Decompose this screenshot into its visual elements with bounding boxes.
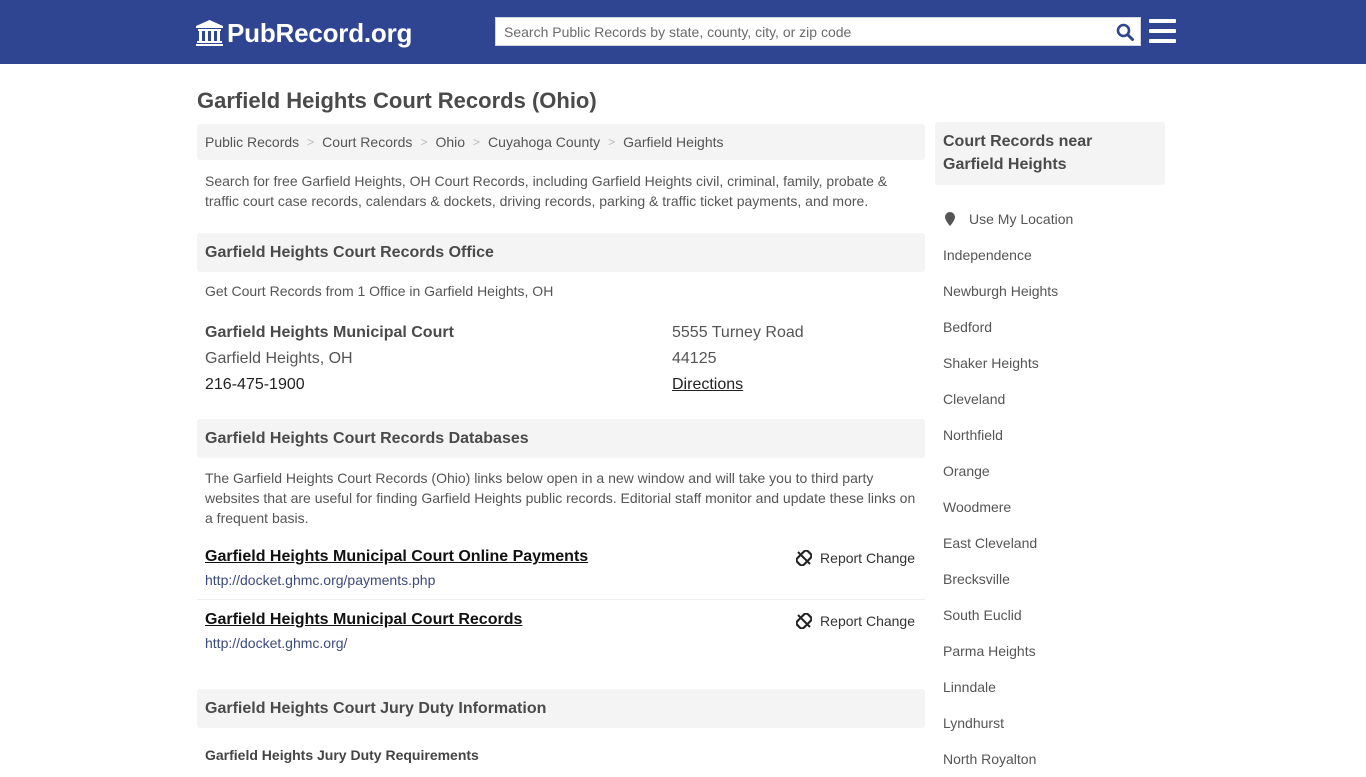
database-link-item: Garfield Heights Municipal Court Online … bbox=[197, 537, 925, 600]
directions-link[interactable]: Directions bbox=[672, 376, 743, 393]
jury-section-heading: Garfield Heights Court Jury Duty Informa… bbox=[197, 689, 925, 728]
report-change-button[interactable]: Report Change bbox=[796, 550, 915, 566]
breadcrumb-separator: > bbox=[420, 135, 428, 149]
main-content: Public Records > Court Records > Ohio > … bbox=[197, 124, 925, 763]
nearby-location-link[interactable]: South Euclid bbox=[943, 607, 1022, 623]
breadcrumb-separator: > bbox=[473, 135, 481, 149]
menu-icon-bar bbox=[1149, 29, 1176, 33]
nearby-location-link[interactable]: Woodmere bbox=[943, 499, 1011, 515]
courthouse-icon bbox=[196, 20, 223, 46]
breadcrumb-ohio[interactable]: Ohio bbox=[435, 134, 465, 150]
office-city-state: Garfield Heights, OH bbox=[205, 350, 353, 367]
database-links-list: Garfield Heights Municipal Court Online … bbox=[197, 537, 925, 662]
breadcrumb-garfield-heights[interactable]: Garfield Heights bbox=[623, 134, 723, 150]
breadcrumb-public-records[interactable]: Public Records bbox=[205, 134, 299, 150]
search-bar bbox=[495, 17, 1141, 46]
office-address: 5555 Turney Road bbox=[672, 324, 804, 341]
nearby-location-link[interactable]: Linndale bbox=[943, 679, 996, 695]
nearby-location-link[interactable]: Bedford bbox=[943, 319, 992, 335]
nearby-location-link[interactable]: Northfield bbox=[943, 427, 1003, 443]
menu-icon-bar bbox=[1149, 39, 1176, 43]
search-icon bbox=[1116, 23, 1134, 41]
nearby-locations-list: Use My Location Independence Newburgh He… bbox=[935, 201, 1165, 777]
map-pin-icon bbox=[945, 212, 955, 226]
hamburger-menu-button[interactable] bbox=[1149, 19, 1176, 43]
breadcrumb-cuyahoga-county[interactable]: Cuyahoga County bbox=[488, 134, 600, 150]
nearby-location-link[interactable]: Lyndhurst bbox=[943, 715, 1004, 731]
nearby-location-item[interactable]: Northfield bbox=[935, 417, 1165, 453]
nearby-location-item[interactable]: Bedford bbox=[935, 309, 1165, 345]
databases-section-heading: Garfield Heights Court Records Databases bbox=[197, 419, 925, 458]
top-navigation-bar: PubRecord.org bbox=[0, 0, 1366, 64]
intro-text: Search for free Garfield Heights, OH Cou… bbox=[205, 173, 888, 209]
nearby-location-item[interactable]: North Royalton bbox=[935, 741, 1165, 777]
nearby-location-item[interactable]: Independence bbox=[935, 237, 1165, 273]
databases-description: The Garfield Heights Court Records (Ohio… bbox=[205, 470, 916, 526]
database-link-url[interactable]: http://docket.ghmc.org/payments.php bbox=[205, 571, 917, 589]
broken-link-icon bbox=[796, 613, 813, 629]
breadcrumb: Public Records > Court Records > Ohio > … bbox=[197, 124, 925, 160]
broken-link-icon bbox=[796, 550, 813, 566]
logo-text: PubRecord.org bbox=[227, 17, 413, 48]
nearby-location-item[interactable]: Cleveland bbox=[935, 381, 1165, 417]
breadcrumb-separator: > bbox=[307, 135, 315, 149]
breadcrumb-separator: > bbox=[608, 135, 616, 149]
use-my-location-label[interactable]: Use My Location bbox=[969, 211, 1073, 227]
nearby-location-item[interactable]: East Cleveland bbox=[935, 525, 1165, 561]
use-my-location-button[interactable]: Use My Location bbox=[935, 201, 1165, 237]
office-phone[interactable]: 216-475-1900 bbox=[205, 372, 672, 398]
database-link-item: Garfield Heights Municipal Court Records… bbox=[197, 600, 925, 662]
nearby-location-link[interactable]: Brecksville bbox=[943, 571, 1010, 587]
search-input[interactable] bbox=[496, 18, 1110, 45]
nearby-location-item[interactable]: Linndale bbox=[935, 669, 1165, 705]
report-change-label: Report Change bbox=[820, 550, 915, 566]
nearby-location-item[interactable]: Orange bbox=[935, 453, 1165, 489]
nearby-location-link[interactable]: Shaker Heights bbox=[943, 355, 1039, 371]
nearby-location-item[interactable]: Brecksville bbox=[935, 561, 1165, 597]
nearby-location-link[interactable]: Parma Heights bbox=[943, 643, 1036, 659]
nearby-location-item[interactable]: South Euclid bbox=[935, 597, 1165, 633]
site-logo[interactable]: PubRecord.org bbox=[196, 18, 412, 48]
office-zip: 44125 bbox=[672, 350, 717, 367]
nearby-location-item[interactable]: Woodmere bbox=[935, 489, 1165, 525]
page-title: Garfield Heights Court Records (Ohio) bbox=[197, 88, 597, 113]
sidebar-heading: Court Records near Garfield Heights bbox=[935, 122, 1165, 185]
search-button[interactable] bbox=[1110, 18, 1140, 45]
nearby-location-item[interactable]: Parma Heights bbox=[935, 633, 1165, 669]
nearby-location-link[interactable]: North Royalton bbox=[943, 751, 1036, 767]
breadcrumb-court-records[interactable]: Court Records bbox=[322, 134, 412, 150]
office-card: Garfield Heights Municipal Court Garfiel… bbox=[197, 320, 925, 398]
nearby-location-link[interactable]: Cleveland bbox=[943, 391, 1005, 407]
nearby-location-link[interactable]: East Cleveland bbox=[943, 535, 1037, 551]
nearby-location-item[interactable]: Newburgh Heights bbox=[935, 273, 1165, 309]
database-link-title[interactable]: Garfield Heights Municipal Court Online … bbox=[205, 547, 588, 567]
office-section-heading: Garfield Heights Court Records Office bbox=[197, 233, 925, 272]
nearby-location-item[interactable]: Lyndhurst bbox=[935, 705, 1165, 741]
nearby-location-link[interactable]: Newburgh Heights bbox=[943, 283, 1058, 299]
nearby-location-link[interactable]: Orange bbox=[943, 463, 990, 479]
report-change-label: Report Change bbox=[820, 613, 915, 629]
menu-icon-bar bbox=[1149, 19, 1176, 23]
sidebar: Court Records near Garfield Heights Use … bbox=[935, 122, 1165, 777]
nearby-location-link[interactable]: Independence bbox=[943, 247, 1032, 263]
report-change-button[interactable]: Report Change bbox=[796, 613, 915, 629]
nearby-location-item[interactable]: Shaker Heights bbox=[935, 345, 1165, 381]
office-section-subtitle: Get Court Records from 1 Office in Garfi… bbox=[205, 283, 554, 299]
jury-requirements-heading: Garfield Heights Jury Duty Requirements bbox=[205, 747, 479, 763]
office-name: Garfield Heights Municipal Court bbox=[205, 324, 454, 341]
database-link-title[interactable]: Garfield Heights Municipal Court Records bbox=[205, 610, 522, 630]
database-link-url[interactable]: http://docket.ghmc.org/ bbox=[205, 634, 917, 652]
